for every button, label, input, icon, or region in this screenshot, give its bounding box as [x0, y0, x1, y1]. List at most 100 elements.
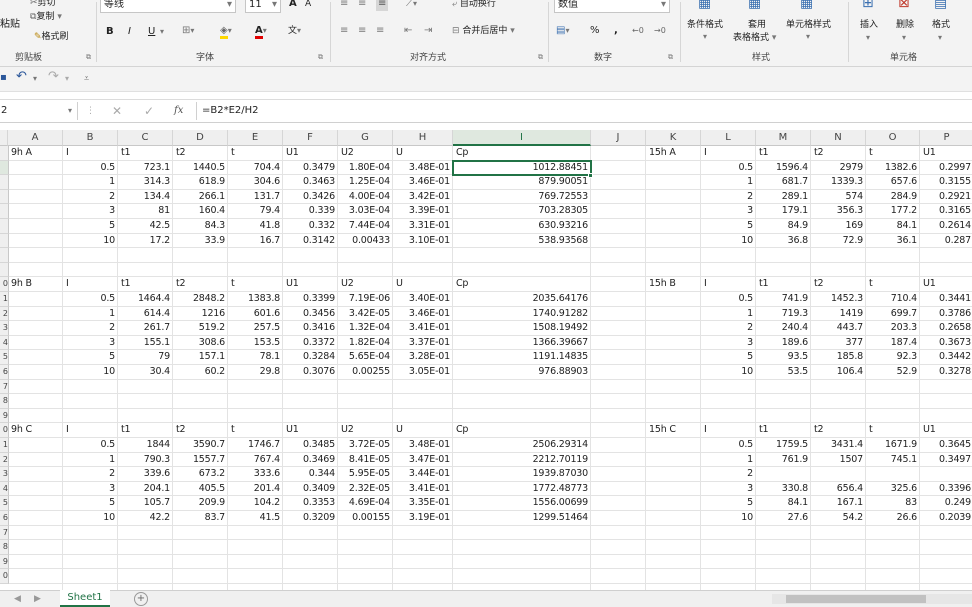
data-cell[interactable]	[920, 467, 972, 481]
grow-font-button[interactable]: A	[289, 0, 297, 11]
data-cell[interactable]: 10	[701, 511, 756, 525]
decrease-indent-icon[interactable]: ⇤	[404, 24, 412, 38]
data-cell[interactable]: 681.7	[756, 175, 811, 189]
data-cell[interactable]: 330.8	[756, 482, 811, 496]
header-cell[interactable]: U	[393, 423, 453, 437]
data-cell[interactable]: 41.5	[228, 511, 283, 525]
borders-icon[interactable]: ⊞▾	[182, 24, 194, 38]
data-cell[interactable]: 2	[701, 467, 756, 481]
data-cell[interactable]: 0.5	[701, 438, 756, 452]
header-cell[interactable]: U2	[338, 277, 393, 291]
align-middle-icon[interactable]: ≡	[358, 0, 366, 11]
data-cell[interactable]: 0.3442	[920, 350, 972, 364]
data-cell[interactable]: 0.3155	[920, 175, 972, 189]
data-cell[interactable]: 3.40E-01	[393, 292, 453, 306]
sheet-tab-sheet1[interactable]: Sheet1	[60, 590, 110, 607]
data-cell[interactable]: 673.2	[173, 467, 228, 481]
font-launcher-icon[interactable]: ⧉	[318, 53, 323, 62]
row-header[interactable]: 1	[0, 438, 9, 453]
data-cell[interactable]: 0.3409	[283, 482, 338, 496]
delete-cells-button[interactable]: 删除	[896, 18, 914, 32]
row-header[interactable]: 4	[0, 481, 9, 497]
column-header-o[interactable]: O	[866, 130, 920, 146]
data-cell[interactable]: 167.1	[811, 496, 866, 510]
section-title-cell[interactable]: 15h B	[646, 277, 701, 291]
data-cell[interactable]: 0.3497	[920, 453, 972, 467]
cancel-entry-icon[interactable]: ✕	[112, 104, 122, 118]
data-cell[interactable]: 614.4	[118, 307, 173, 321]
data-cell[interactable]: 0.3142	[283, 234, 338, 248]
data-cell[interactable]: 3.39E-01	[393, 204, 453, 218]
data-cell[interactable]: 3.41E-01	[393, 321, 453, 335]
number-format-combo[interactable]: 数值 ▾	[554, 0, 670, 13]
column-header-b[interactable]: B	[63, 130, 118, 146]
data-cell[interactable]: 10	[701, 234, 756, 248]
header-cell[interactable]: t1	[756, 277, 811, 291]
section-title-cell[interactable]: 15h C	[646, 423, 701, 437]
row-header[interactable]: 8	[0, 540, 9, 555]
data-cell[interactable]: 60.2	[173, 365, 228, 379]
header-cell[interactable]: t	[866, 277, 920, 291]
underline-dropdown-icon[interactable]: ▾	[160, 25, 164, 39]
data-cell[interactable]: 1507	[811, 453, 866, 467]
data-cell[interactable]: 257.5	[228, 321, 283, 335]
data-cell[interactable]: 704.4	[228, 161, 283, 175]
data-cell[interactable]: 703.28305	[453, 204, 591, 218]
data-cell[interactable]: 1419	[811, 307, 866, 321]
customize-qat-icon[interactable]: ⩡	[84, 72, 89, 86]
font-color-icon[interactable]: A▾	[255, 24, 267, 39]
data-cell[interactable]: 201.4	[228, 482, 283, 496]
column-header-m[interactable]: M	[756, 130, 811, 146]
header-cell[interactable]: U	[393, 277, 453, 291]
data-cell[interactable]: 3.35E-01	[393, 496, 453, 510]
data-cell[interactable]: 308.6	[173, 336, 228, 350]
header-cell[interactable]: Cp	[453, 277, 591, 291]
data-cell[interactable]: 3.48E-01	[393, 438, 453, 452]
data-cell[interactable]: 54.2	[811, 511, 866, 525]
name-box[interactable]: 2 ▾	[0, 102, 78, 120]
data-cell[interactable]: 1299.51464	[453, 511, 591, 525]
data-cell[interactable]: 93.5	[756, 350, 811, 364]
data-cell[interactable]: 0.3673	[920, 336, 972, 350]
data-cell[interactable]: 1191.14835	[453, 350, 591, 364]
data-cell[interactable]: 1671.9	[866, 438, 920, 452]
data-cell[interactable]: 723.1	[118, 161, 173, 175]
data-cell[interactable]: 78.1	[228, 350, 283, 364]
data-cell[interactable]: 304.6	[228, 175, 283, 189]
data-cell[interactable]: 1508.19492	[453, 321, 591, 335]
insert-cells-button[interactable]: 插入	[860, 18, 878, 32]
section-title-cell[interactable]: 15h A	[646, 146, 701, 160]
cut-button[interactable]: ✂剪切	[30, 0, 56, 10]
data-cell[interactable]: 5	[701, 496, 756, 510]
header-cell[interactable]: t1	[756, 146, 811, 160]
data-cell[interactable]: 2	[63, 190, 118, 204]
data-cell[interactable]: 0.3372	[283, 336, 338, 350]
data-cell[interactable]: 10	[63, 234, 118, 248]
data-cell[interactable]: 630.93216	[453, 219, 591, 233]
data-cell[interactable]: 84.9	[756, 219, 811, 233]
data-cell[interactable]: 5	[63, 350, 118, 364]
align-left-icon[interactable]: ≡	[340, 24, 348, 38]
comma-button[interactable]: ,	[614, 24, 618, 38]
row-header[interactable]	[0, 189, 9, 205]
data-cell[interactable]: 203.3	[866, 321, 920, 335]
data-cell[interactable]: 3.48E-01	[393, 161, 453, 175]
data-cell[interactable]: 3590.7	[173, 438, 228, 452]
data-cell[interactable]: 131.7	[228, 190, 283, 204]
data-cell[interactable]: 3	[63, 482, 118, 496]
data-cell[interactable]: 1772.48773	[453, 482, 591, 496]
data-cell[interactable]: 0.5	[701, 292, 756, 306]
data-cell[interactable]: 83	[866, 496, 920, 510]
header-cell[interactable]: I	[63, 146, 118, 160]
header-cell[interactable]: I	[701, 146, 756, 160]
section-title-cell[interactable]: 9h B	[8, 277, 63, 291]
data-cell[interactable]: 1.32E-04	[338, 321, 393, 335]
clipboard-launcher-icon[interactable]: ⧉	[86, 53, 91, 62]
row-header[interactable]: 2	[0, 452, 9, 468]
redo-dropdown-icon[interactable]: ▾	[65, 72, 69, 86]
data-cell[interactable]: 3.42E-05	[338, 307, 393, 321]
data-cell[interactable]: 42.5	[118, 219, 173, 233]
header-cell[interactable]: t	[228, 146, 283, 160]
worksheet-grid[interactable]: A B C D E F G H I J K L M N O P 0 1 2 3 4 5 6 7 8 9 0 1 2 3 4 5 6 7 8 9 0 9h …	[0, 130, 972, 590]
increase-decimal-icon[interactable]: ←0	[632, 24, 644, 38]
